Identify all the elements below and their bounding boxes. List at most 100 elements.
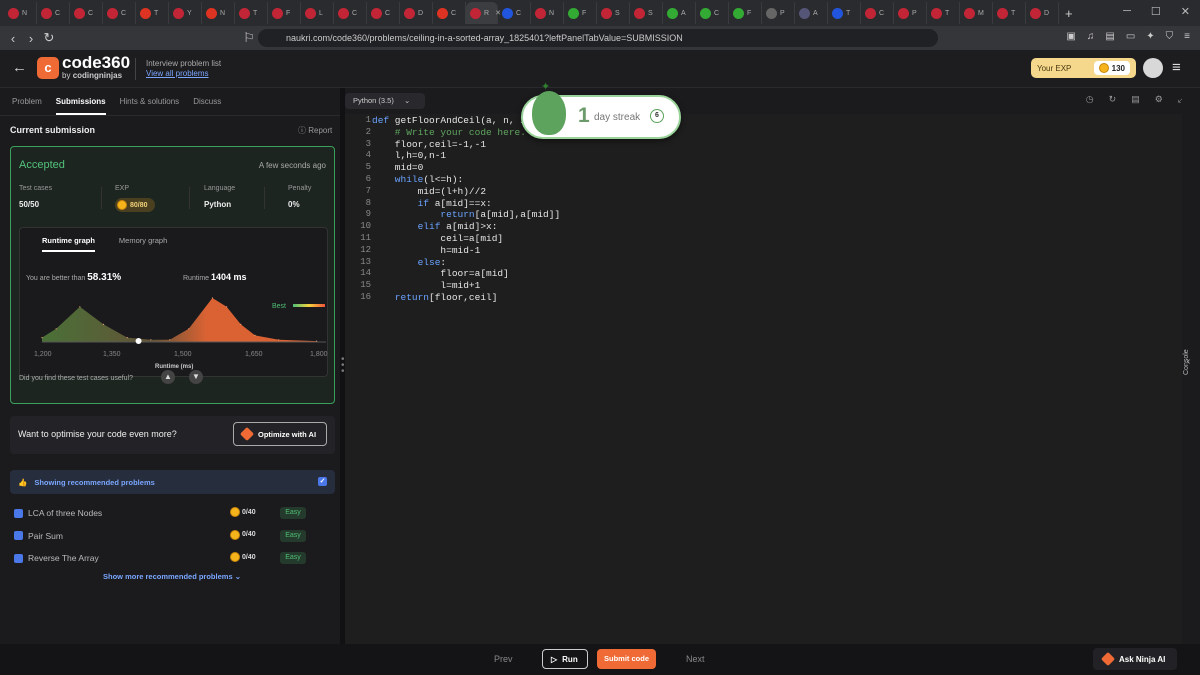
browser-tab[interactable]: D (1026, 2, 1059, 24)
back-arrow-icon[interactable]: ← (12, 59, 27, 76)
vpn-icon[interactable]: ⛉ (1166, 31, 1174, 42)
browser-tab[interactable]: C (861, 2, 894, 24)
browser-tab[interactable]: C (367, 2, 400, 24)
optimize-with-ai-button[interactable]: Optimize with AI (233, 422, 327, 446)
logo[interactable]: code360 (62, 54, 130, 71)
app-header: ← c code360 by codingninjas Interview pr… (0, 50, 1200, 88)
browser-tab[interactable]: F (564, 2, 597, 24)
close-window-icon[interactable]: ✕ (1181, 5, 1190, 18)
code-editor[interactable]: Python (3.5) ⌄ ◷ ↻ ▤ ⚙ ⤢ 123456789101112… (345, 88, 1191, 644)
thumbs-up-icon[interactable]: ▲ (161, 370, 175, 384)
panel-resize-handle[interactable]: • • • (341, 355, 345, 377)
settings-icon[interactable]: ⚙ (1155, 94, 1163, 105)
browser-tab[interactable]: P (762, 2, 795, 24)
play-icon: ▷ (551, 654, 558, 664)
bookmark-icon[interactable]: ⚐ (240, 30, 258, 46)
browser-tab[interactable]: N (202, 2, 235, 24)
tab-submissions[interactable]: Submissions (55, 89, 106, 115)
tab-runtime-graph[interactable]: Runtime graph (42, 229, 95, 252)
browser-tab[interactable]: C (70, 2, 103, 24)
browser-tab[interactable]: C (696, 2, 729, 24)
address-bar[interactable]: naukri.com/code360/problems/ceiling-in-a… (258, 29, 938, 47)
browser-tab[interactable]: A (795, 2, 828, 24)
browser-tab[interactable]: R ✕ (466, 2, 501, 24)
tab-problem[interactable]: Problem (12, 97, 42, 106)
tab-title: T (1011, 9, 1016, 17)
tab-favicon (371, 7, 382, 19)
wallet-icon[interactable]: ▭ (1126, 31, 1135, 42)
layout-icon[interactable]: ▤ (1131, 94, 1140, 105)
browser-tab[interactable]: C (334, 2, 367, 24)
reload-icon[interactable]: ↻ (40, 30, 58, 46)
minimize-icon[interactable]: ─ (1123, 5, 1131, 18)
menu-icon[interactable]: ≡ (1184, 31, 1190, 42)
browser-tab[interactable]: C (433, 2, 466, 24)
next-button[interactable]: Next (686, 654, 705, 664)
new-tab-icon[interactable]: + (1065, 6, 1073, 21)
browser-tab[interactable]: C (498, 2, 531, 24)
data-point (240, 323, 242, 325)
stat-divider (101, 187, 102, 209)
list-item[interactable]: LCA of three Nodes 0/40 Easy (14, 506, 324, 520)
tab-favicon (173, 7, 184, 19)
run-label: Run (562, 654, 578, 664)
coin-icon (1098, 63, 1109, 73)
language-value: Python (204, 200, 232, 209)
browser-tab[interactable]: F (729, 2, 762, 24)
x-tick-label: 1,650 (245, 351, 263, 358)
browser-tab[interactable]: T (136, 2, 169, 24)
browser-tab[interactable]: T (235, 2, 268, 24)
code-area[interactable]: def getFloorAndCeil(a, n, x): # Write yo… (372, 115, 560, 304)
list-item[interactable]: Reverse The Array 0/40 Easy (14, 551, 324, 565)
report-button[interactable]: ⓘ Report (298, 125, 332, 136)
browser-tab[interactable]: T (828, 2, 861, 24)
browser-tab[interactable]: M (960, 2, 993, 24)
view-all-problems-link[interactable]: View all problems (146, 69, 209, 78)
thumbs-down-icon[interactable]: ▼ (189, 370, 203, 384)
exp-badge[interactable]: Your EXP 130 (1031, 58, 1136, 78)
problem-exp: 0/40 (230, 507, 256, 517)
browser-tab[interactable]: S (597, 2, 630, 24)
browser-tab[interactable]: N (4, 2, 37, 24)
browser-tab[interactable]: A (663, 2, 696, 24)
tab-title: C (88, 9, 94, 17)
list-item[interactable]: Pair Sum 0/40 Easy (14, 529, 324, 543)
tab-memory-graph[interactable]: Memory graph (119, 236, 167, 245)
browser-tab[interactable]: Y (169, 2, 202, 24)
browser-tab[interactable]: L (301, 2, 334, 24)
browser-tab[interactable]: P (894, 2, 927, 24)
browser-tab[interactable]: C (103, 2, 136, 24)
language-select[interactable]: Python (3.5) ⌄ (345, 93, 425, 109)
timer-icon[interactable]: ◷ (1086, 94, 1094, 105)
extension-icon[interactable]: ✦ (1146, 31, 1154, 42)
browser-tab[interactable]: D (400, 2, 433, 24)
avatar[interactable] (1143, 58, 1163, 78)
browser-tab[interactable]: S (630, 2, 663, 24)
show-more-link[interactable]: Show more recommended problems ⌄ (103, 572, 241, 581)
code-line: while(l<=h): (372, 173, 464, 185)
browser-tab[interactable]: T (927, 2, 960, 24)
console-label[interactable]: Console (1183, 335, 1190, 375)
hamburger-icon[interactable]: ≡ (1172, 59, 1181, 76)
music-icon[interactable]: ♫ (1087, 31, 1095, 42)
submit-button[interactable]: Submit code (597, 649, 656, 669)
tab-title: N (220, 9, 226, 17)
forward-icon[interactable]: › (22, 31, 40, 46)
checkbox-icon[interactable]: ✓ (318, 477, 327, 486)
screenshot-icon[interactable]: ▣ (1066, 31, 1075, 42)
tab-hints[interactable]: Hints & solutions (120, 97, 180, 106)
browser-tab[interactable]: F (268, 2, 301, 24)
logo-icon[interactable]: c (37, 57, 59, 79)
browser-tab[interactable]: N (531, 2, 564, 24)
sidebar-icon[interactable]: ▤ (1105, 31, 1114, 42)
prev-button[interactable]: Prev (494, 654, 513, 664)
ask-ninja-ai-button[interactable]: Ask Ninja AI (1093, 648, 1177, 670)
maximize-icon[interactable]: ☐ (1151, 5, 1161, 18)
recommended-header[interactable]: 👍 Showing recommended problems ✓ (10, 470, 335, 494)
browser-tab[interactable]: T (993, 2, 1026, 24)
run-button[interactable]: ▷ Run (542, 649, 588, 669)
browser-tab[interactable]: C (37, 2, 70, 24)
back-icon[interactable]: ‹ (4, 31, 22, 46)
tab-discuss[interactable]: Discuss (193, 97, 221, 106)
reset-icon[interactable]: ↻ (1109, 94, 1117, 105)
